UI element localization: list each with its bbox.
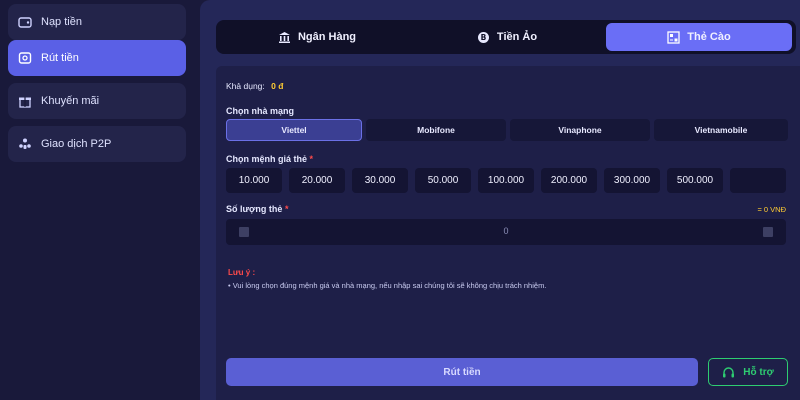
tab-label: Ngân Hàng xyxy=(297,31,357,43)
balance-value: 0 đ xyxy=(271,81,284,91)
sidebar-item-label: Rút tiền xyxy=(41,52,79,64)
network-option-vinaphone[interactable]: Vinaphone xyxy=(510,119,650,141)
svg-text:B: B xyxy=(481,33,487,42)
quantity-value[interactable]: 0 xyxy=(226,226,786,236)
withdraw-icon xyxy=(18,51,32,65)
sidebar-item-deposit[interactable]: Nạp tiền xyxy=(8,4,186,40)
denomination-option[interactable]: 200.000 xyxy=(541,168,597,193)
wallet-icon xyxy=(18,15,32,29)
quantity-label-row: Số lượng thẻ * xyxy=(226,204,288,214)
denomination-option[interactable]: 100.000 xyxy=(478,168,534,193)
network-option-viettel[interactable]: Viettel xyxy=(226,119,362,141)
denomination-option[interactable]: 30.000 xyxy=(352,168,408,193)
bitcoin-icon: B xyxy=(477,31,490,44)
sidebar: Nạp tiền Rút tiền Khuyến mãi Giao dịch P… xyxy=(0,0,200,400)
network-option-vietnamobile[interactable]: Vietnamobile xyxy=(654,119,788,141)
tab-bank[interactable]: Ngân Hàng xyxy=(224,23,410,51)
balance-label: Khả dụng: xyxy=(226,81,265,91)
card-icon xyxy=(667,30,680,44)
note-text: • Vui lòng chọn đúng mệnh giá và nhà mạn… xyxy=(228,281,547,290)
gift-icon xyxy=(18,94,32,108)
network-option-mobifone[interactable]: Mobifone xyxy=(366,119,506,141)
sidebar-item-label: Khuyến mãi xyxy=(41,95,100,107)
denomination-option[interactable]: 50.000 xyxy=(415,168,471,193)
withdraw-form: Khả dụng: 0 đ Chọn nhà mạng Viettel Mobi… xyxy=(216,66,800,400)
required-mark: * xyxy=(284,204,289,214)
tab-label: Thẻ Cào xyxy=(687,31,731,43)
sidebar-item-label: Nạp tiền xyxy=(41,16,82,28)
withdraw-button[interactable]: Rút tiền xyxy=(226,358,698,386)
support-label: Hỗ trợ xyxy=(743,366,774,378)
main-panel: Ngân Hàng B Tiền Ảo Thẻ Cào Khả dụng: 0 … xyxy=(200,0,800,400)
sidebar-item-withdraw[interactable]: Rút tiền xyxy=(8,40,186,76)
network-label: Chọn nhà mạng xyxy=(226,106,294,116)
denomination-option[interactable]: 20.000 xyxy=(289,168,345,193)
denomination-option[interactable]: 300.000 xyxy=(604,168,660,193)
headset-icon xyxy=(723,366,735,377)
quantity-total: = 0 VNĐ xyxy=(757,205,786,214)
tab-card[interactable]: Thẻ Cào xyxy=(606,23,792,51)
balance-row: Khả dụng: 0 đ xyxy=(226,81,283,91)
denomination-label: Chọn mệnh giá thẻ xyxy=(226,154,307,164)
denomination-option[interactable]: 10.000 xyxy=(226,168,282,193)
denomination-label-row: Chọn mệnh giá thẻ * xyxy=(226,154,313,164)
support-button[interactable]: Hỗ trợ xyxy=(708,358,788,386)
denomination-option[interactable]: 500.000 xyxy=(667,168,723,193)
plus-button[interactable] xyxy=(763,227,773,237)
bank-icon xyxy=(278,31,291,44)
tab-label: Tiền Ảo xyxy=(496,31,538,43)
sidebar-item-p2p[interactable]: Giao dịch P2P xyxy=(8,126,186,162)
people-icon xyxy=(18,137,32,151)
note-title: Lưu ý : xyxy=(228,268,256,277)
quantity-label: Số lượng thẻ xyxy=(226,204,283,214)
quantity-stepper: 0 xyxy=(226,219,786,245)
withdraw-method-tabs: Ngân Hàng B Tiền Ảo Thẻ Cào xyxy=(216,20,796,54)
denomination-option-empty[interactable] xyxy=(730,168,786,193)
required-mark: * xyxy=(309,154,314,164)
sidebar-item-label: Giao dịch P2P xyxy=(41,138,112,150)
tab-crypto[interactable]: B Tiền Ảo xyxy=(414,23,600,51)
sidebar-item-promotions[interactable]: Khuyến mãi xyxy=(8,83,186,119)
